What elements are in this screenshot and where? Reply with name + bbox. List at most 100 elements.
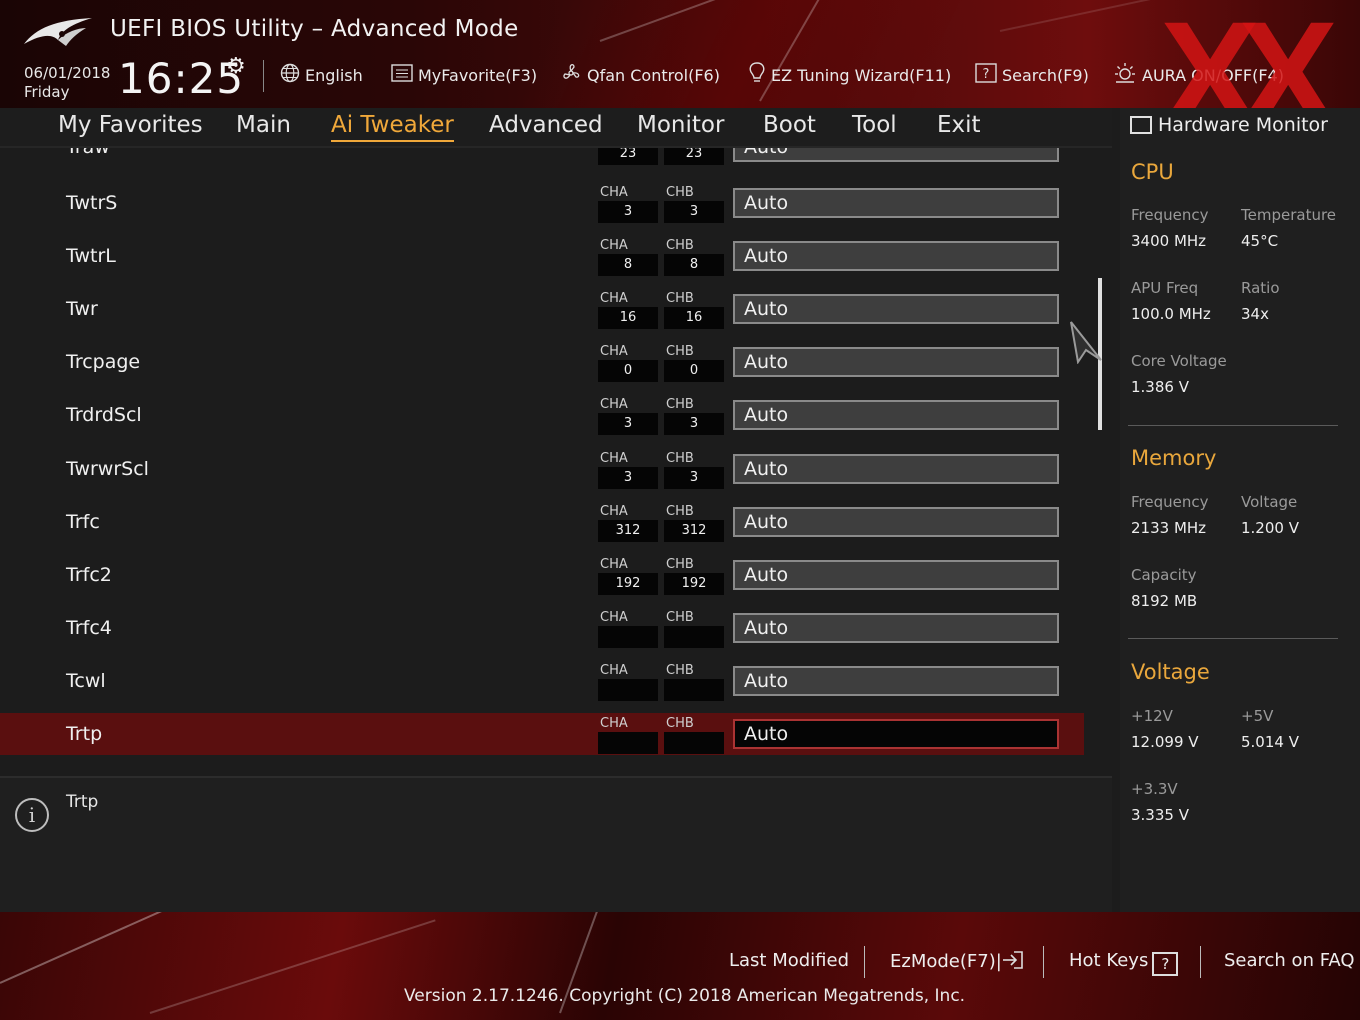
search-button[interactable]: ? Search(F9) xyxy=(975,62,1089,88)
day-display: Friday xyxy=(24,83,70,101)
chb-label: CHB xyxy=(666,610,694,625)
hot-keys-button[interactable]: Hot Keys? xyxy=(1069,950,1179,976)
chb-value: 8 xyxy=(664,254,724,276)
cpu-temperature-value: 45°C xyxy=(1241,232,1279,250)
cha-label: CHA xyxy=(600,238,628,253)
mouse-pointer-icon xyxy=(1070,321,1102,364)
myfavorite-button[interactable]: MyFavorite(F3) xyxy=(391,63,537,87)
cha-label: CHA xyxy=(600,291,628,306)
setting-row-twtrs[interactable]: TwtrS CHA 3 CHB 3 Auto xyxy=(0,182,1084,224)
setting-label: TwtrL xyxy=(66,245,116,267)
footer-streak xyxy=(0,912,238,984)
setting-value-field[interactable]: Auto xyxy=(733,148,1059,162)
cha-value xyxy=(598,679,658,701)
chb-value-box: CHB xyxy=(664,715,724,754)
ez-tuning-wizard-button[interactable]: EZ Tuning Wizard(F11) xyxy=(748,61,951,89)
setting-value-field[interactable]: Auto xyxy=(733,507,1059,537)
chb-value: 0 xyxy=(664,360,724,382)
chb-value-box: CHB 0 xyxy=(664,343,724,382)
setting-row-trfc[interactable]: Trfc CHA 312 CHB 312 Auto xyxy=(0,501,1084,543)
chb-value-box: CHB 23 xyxy=(664,148,724,165)
tab-exit[interactable]: Exit xyxy=(937,112,981,138)
qfan-control-button[interactable]: Qfan Control(F6) xyxy=(560,63,720,87)
setting-value-field[interactable]: Auto xyxy=(733,613,1059,643)
setting-value-field[interactable]: Auto xyxy=(733,400,1059,430)
tab-boot[interactable]: Boot xyxy=(763,112,816,138)
hardware-monitor-panel: Hardware Monitor CPU Frequency 3400 MHz … xyxy=(1120,108,1360,912)
footer-streak xyxy=(149,919,436,1014)
settings-list: Traw CHA 23 CHB 23 Auto TwtrSCHA3CHB3Aut… xyxy=(0,148,1112,766)
language-button[interactable]: English xyxy=(280,63,363,87)
voltage-section-title: Voltage xyxy=(1131,660,1210,684)
cha-value: 3 xyxy=(598,413,658,435)
setting-row-trdrdscl[interactable]: TrdrdScl CHA 3 CHB 3 Auto xyxy=(0,394,1084,436)
setting-value-field[interactable]: Auto xyxy=(733,719,1059,749)
cpu-frequency-label: Frequency xyxy=(1131,206,1209,224)
setting-row-twr[interactable]: Twr CHA 16 CHB 16 Auto xyxy=(0,288,1084,330)
memory-section-title: Memory xyxy=(1131,446,1217,470)
apu-freq-label: APU Freq xyxy=(1131,279,1199,297)
tab-advanced[interactable]: Advanced xyxy=(489,112,603,138)
memory-voltage-value: 1.200 V xyxy=(1241,519,1299,537)
setting-value-field[interactable]: Auto xyxy=(733,666,1059,696)
cha-label: CHA xyxy=(600,397,628,412)
setting-value-field[interactable]: Auto xyxy=(733,560,1059,590)
hardware-monitor-title: Hardware Monitor xyxy=(1130,114,1328,136)
cha-value-box: CHA 312 xyxy=(598,503,658,542)
section-divider xyxy=(1128,425,1338,426)
setting-row-tcwl[interactable]: Tcwl CHA CHB Auto xyxy=(0,660,1084,702)
setting-label: TwtrS xyxy=(66,192,118,214)
svg-text:?: ? xyxy=(983,67,990,82)
setting-row-trtp[interactable]: Trtp CHA CHB Auto xyxy=(0,713,1084,755)
cpu-temperature-label: Temperature xyxy=(1241,206,1337,224)
cha-value-box: CHA 0 xyxy=(598,343,658,382)
tab-monitor[interactable]: Monitor xyxy=(637,112,724,138)
cha-value-box: CHA xyxy=(598,715,658,754)
clock-settings-gear-icon[interactable]: ⚙ xyxy=(226,54,246,79)
question-box-icon: ? xyxy=(975,62,997,88)
chb-value-box: CHB 8 xyxy=(664,237,724,276)
setting-label: TwrwrScl xyxy=(66,458,149,480)
tab-ai-tweaker[interactable]: Ai Tweaker xyxy=(331,112,454,142)
setting-value-field[interactable]: Auto xyxy=(733,454,1059,484)
app-title: UEFI BIOS Utility – Advanced Mode xyxy=(110,16,519,42)
memory-voltage-label: Voltage xyxy=(1241,493,1298,511)
setting-row-twrwrscl[interactable]: TwrwrScl CHA 3 CHB 3 Auto xyxy=(0,448,1084,490)
search-faq-button[interactable]: Search on FAQ xyxy=(1224,950,1355,971)
apu-freq-value: 100.0 MHz xyxy=(1131,305,1211,323)
chb-value-box: CHB 312 xyxy=(664,503,724,542)
setting-value-field[interactable]: Auto xyxy=(733,294,1059,324)
tab-my-favorites[interactable]: My Favorites xyxy=(58,112,203,138)
setting-row-trcpage[interactable]: Trcpage CHA 0 CHB 0 Auto xyxy=(0,341,1084,383)
chb-label: CHB xyxy=(666,291,694,306)
xx-watermark-logo: XX xyxy=(1160,0,1338,108)
cha-label: CHA xyxy=(600,451,628,466)
last-modified-button[interactable]: Last Modified xyxy=(729,950,849,971)
lightbulb-icon xyxy=(748,61,766,89)
cha-label: CHA xyxy=(600,185,628,200)
setting-row-traw[interactable]: Traw CHA 23 CHB 23 Auto xyxy=(0,148,1084,168)
setting-row-trfc4[interactable]: Trfc4 CHA CHB Auto xyxy=(0,607,1084,649)
setting-row-trfc2[interactable]: Trfc2 CHA 192 CHB 192 Auto xyxy=(0,554,1084,596)
tab-tool[interactable]: Tool xyxy=(852,112,897,138)
cha-value: 3 xyxy=(598,201,658,223)
chb-label: CHB xyxy=(666,451,694,466)
setting-value-field[interactable]: Auto xyxy=(733,241,1059,271)
header-bar: UEFI BIOS Utility – Advanced Mode 06/01/… xyxy=(0,0,1360,108)
setting-value-field[interactable]: Auto xyxy=(733,188,1059,218)
ezmode-button[interactable]: EzMode(F7)| xyxy=(890,950,1024,972)
chb-value-box: CHB 3 xyxy=(664,450,724,489)
tab-main[interactable]: Main xyxy=(236,112,291,138)
ratio-value: 34x xyxy=(1241,305,1269,323)
setting-label: Trfc4 xyxy=(66,617,112,639)
setting-row-twtrl[interactable]: TwtrL CHA 8 CHB 8 Auto xyxy=(0,235,1084,277)
section-divider xyxy=(1128,638,1338,639)
setting-value-field[interactable]: Auto xyxy=(733,347,1059,377)
v12-value: 12.099 V xyxy=(1131,733,1199,751)
list-icon xyxy=(391,63,413,87)
cha-value: 312 xyxy=(598,520,658,542)
footer-bar: Last Modified EzMode(F7)| Hot Keys? Sear… xyxy=(0,912,1360,1020)
setting-label: Trfc xyxy=(66,511,100,533)
footer-divider xyxy=(1200,946,1201,978)
v5-label: +5V xyxy=(1241,707,1274,725)
